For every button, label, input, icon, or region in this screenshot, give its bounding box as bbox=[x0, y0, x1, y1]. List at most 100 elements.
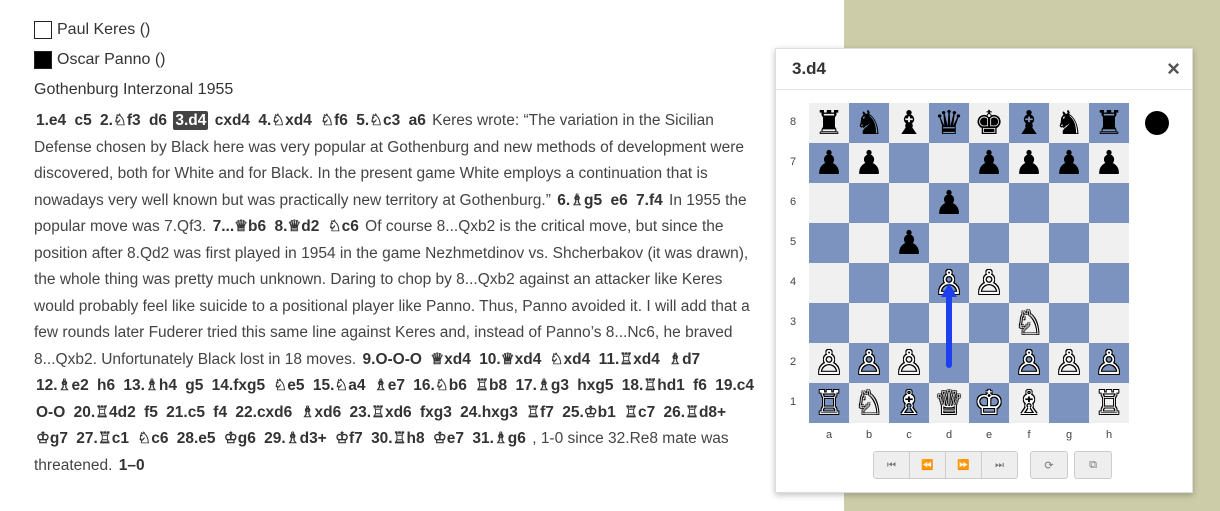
square-f5[interactable] bbox=[1009, 223, 1049, 263]
square-a4[interactable] bbox=[809, 263, 849, 303]
white-knight-icon[interactable]: ♘ bbox=[1014, 303, 1044, 343]
move-link[interactable]: 22.cxd6 bbox=[233, 403, 294, 422]
square-g2[interactable]: ♙ bbox=[1049, 343, 1089, 383]
black-pawn-icon[interactable]: ♟ bbox=[934, 183, 964, 223]
move-link[interactable]: ♗d7 bbox=[666, 350, 702, 369]
white-knight-icon[interactable]: ♘ bbox=[854, 383, 884, 423]
move-link[interactable]: 5.♘c3 bbox=[354, 111, 402, 130]
move-link[interactable]: ♕xd4 bbox=[428, 350, 473, 369]
square-f7[interactable]: ♟ bbox=[1009, 143, 1049, 183]
move-link[interactable]: O-O bbox=[34, 403, 67, 422]
white-bishop-icon[interactable]: ♗ bbox=[1014, 383, 1044, 423]
square-f2[interactable]: ♙ bbox=[1009, 343, 1049, 383]
move-link[interactable]: f5 bbox=[142, 403, 160, 422]
black-rook-icon[interactable]: ♜ bbox=[1094, 103, 1124, 143]
square-d4[interactable]: ♙ bbox=[929, 263, 969, 303]
square-a5[interactable] bbox=[809, 223, 849, 263]
white-queen-icon[interactable]: ♕ bbox=[934, 383, 964, 423]
square-c5[interactable]: ♟ bbox=[889, 223, 929, 263]
square-c2[interactable]: ♙ bbox=[889, 343, 929, 383]
square-b7[interactable]: ♟ bbox=[849, 143, 889, 183]
white-pawn-icon[interactable]: ♙ bbox=[1054, 343, 1084, 383]
black-bishop-icon[interactable]: ♝ bbox=[894, 103, 924, 143]
square-c7[interactable] bbox=[889, 143, 929, 183]
square-g4[interactable] bbox=[1049, 263, 1089, 303]
square-h6[interactable] bbox=[1089, 183, 1129, 223]
move-link[interactable]: 16.♘b6 bbox=[411, 376, 469, 395]
square-d7[interactable] bbox=[929, 143, 969, 183]
move-link[interactable]: 13.♗h4 bbox=[121, 376, 179, 395]
move-link[interactable]: 7...♕b6 bbox=[211, 217, 269, 236]
square-a1[interactable]: ♖ bbox=[809, 383, 849, 423]
square-h3[interactable] bbox=[1089, 303, 1129, 343]
square-d2[interactable] bbox=[929, 343, 969, 383]
move-link[interactable]: 28.e5 bbox=[175, 429, 218, 448]
move-link[interactable]: 30.♖h8 bbox=[369, 429, 427, 448]
move-link[interactable]: 25.♔b1 bbox=[560, 403, 618, 422]
move-link[interactable]: ♖f7 bbox=[524, 403, 556, 422]
move-link[interactable]: ♔g7 bbox=[34, 429, 70, 448]
move-link[interactable]: 7.f4 bbox=[634, 191, 665, 210]
square-g7[interactable]: ♟ bbox=[1049, 143, 1089, 183]
move-link[interactable]: ♘c6 bbox=[326, 217, 361, 236]
chessboard[interactable]: ♜ ♞ ♝ ♛ ♚ ♝ ♞ ♜ ♟ ♟ ♟ ♟ ♟ ♟ ♟ ♟ ♙ ♙ ♘ ♙ ♙ ♙ ♙ ♙ ♙ ♖ ♘ ♗ ♕ ♔ ♗ ♖ bbox=[809, 103, 1129, 423]
move-link[interactable]: 27.♖c1 bbox=[74, 429, 131, 448]
square-d3[interactable] bbox=[929, 303, 969, 343]
move-link[interactable]: 20.♖4d2 bbox=[72, 403, 138, 422]
black-knight-icon[interactable]: ♞ bbox=[1054, 103, 1084, 143]
move-link[interactable]: 15.♘a4 bbox=[311, 376, 368, 395]
move-link[interactable]: ♘e5 bbox=[271, 376, 306, 395]
square-h8[interactable]: ♜ bbox=[1089, 103, 1129, 143]
square-h4[interactable] bbox=[1089, 263, 1129, 303]
move-link[interactable]: h6 bbox=[95, 376, 117, 395]
move-link[interactable]: ♗xd6 bbox=[299, 403, 344, 422]
move-link[interactable]: g5 bbox=[183, 376, 205, 395]
black-pawn-icon[interactable]: ♟ bbox=[854, 143, 884, 183]
white-bishop-icon[interactable]: ♗ bbox=[894, 383, 924, 423]
square-c6[interactable] bbox=[889, 183, 929, 223]
move-link[interactable]: e6 bbox=[608, 191, 629, 210]
white-pawn-icon[interactable]: ♙ bbox=[854, 343, 884, 383]
close-icon[interactable]: × bbox=[1167, 56, 1180, 82]
square-h7[interactable]: ♟ bbox=[1089, 143, 1129, 183]
move-link[interactable]: 19.c4 bbox=[713, 376, 756, 395]
current-move[interactable]: 3.d4 bbox=[173, 111, 209, 130]
move-link[interactable]: 26.♖d8+ bbox=[662, 403, 729, 422]
white-pawn-icon[interactable]: ♙ bbox=[814, 343, 844, 383]
move-link[interactable]: ♔g6 bbox=[222, 429, 258, 448]
white-rook-icon[interactable]: ♖ bbox=[814, 383, 844, 423]
previous-move-button[interactable]: ⏪ bbox=[910, 452, 946, 478]
black-pawn-icon[interactable]: ♟ bbox=[894, 223, 924, 263]
black-pawn-icon[interactable]: ♟ bbox=[1094, 143, 1124, 183]
square-b5[interactable] bbox=[849, 223, 889, 263]
square-a7[interactable]: ♟ bbox=[809, 143, 849, 183]
move-link[interactable]: 1–0 bbox=[117, 456, 147, 475]
square-f8[interactable]: ♝ bbox=[1009, 103, 1049, 143]
square-g3[interactable] bbox=[1049, 303, 1089, 343]
move-link[interactable]: 10.♕xd4 bbox=[477, 350, 543, 369]
move-link[interactable]: a6 bbox=[407, 111, 428, 130]
move-link[interactable]: cxd4 bbox=[213, 111, 252, 130]
move-link[interactable]: 11.♖xd4 bbox=[597, 350, 662, 369]
square-g5[interactable] bbox=[1049, 223, 1089, 263]
black-king-icon[interactable]: ♚ bbox=[974, 103, 1004, 143]
square-d6[interactable]: ♟ bbox=[929, 183, 969, 223]
move-link[interactable]: 14.fxg5 bbox=[210, 376, 267, 395]
move-link[interactable]: 6.♗g5 bbox=[555, 191, 604, 210]
square-e3[interactable] bbox=[969, 303, 1009, 343]
square-b8[interactable]: ♞ bbox=[849, 103, 889, 143]
move-link[interactable]: ♘xd4 bbox=[548, 350, 593, 369]
black-knight-icon[interactable]: ♞ bbox=[854, 103, 884, 143]
square-c1[interactable]: ♗ bbox=[889, 383, 929, 423]
square-b6[interactable] bbox=[849, 183, 889, 223]
move-link[interactable]: 4.♘xd4 bbox=[256, 111, 314, 130]
move-link[interactable]: 2.♘f3 bbox=[98, 111, 143, 130]
next-move-button[interactable]: ⏩ bbox=[946, 452, 982, 478]
move-link[interactable]: 9.O-O-O bbox=[361, 350, 424, 369]
square-e1[interactable]: ♔ bbox=[969, 383, 1009, 423]
move-link[interactable]: hxg5 bbox=[575, 376, 615, 395]
square-b2[interactable]: ♙ bbox=[849, 343, 889, 383]
move-link[interactable]: c5 bbox=[72, 111, 93, 130]
black-pawn-icon[interactable]: ♟ bbox=[1014, 143, 1044, 183]
square-a8[interactable]: ♜ bbox=[809, 103, 849, 143]
